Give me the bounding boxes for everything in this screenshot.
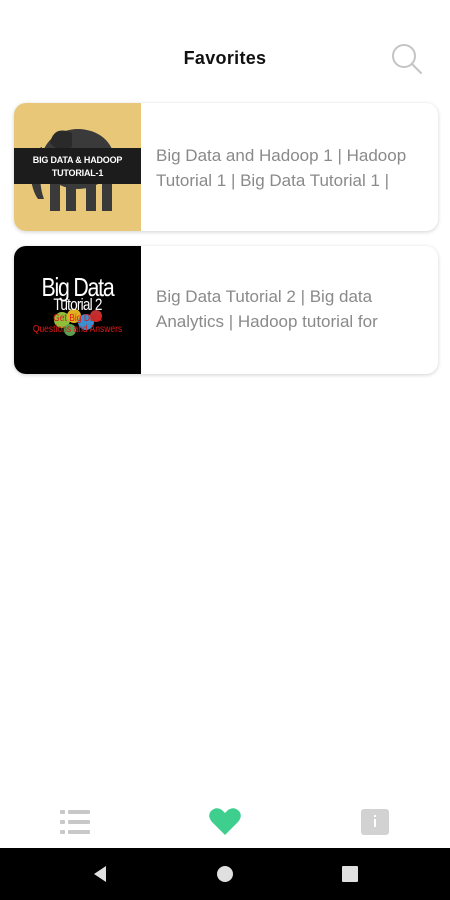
heart-icon bbox=[209, 808, 241, 835]
app-header: Favorites bbox=[0, 0, 450, 100]
home-button[interactable] bbox=[213, 862, 237, 886]
favorite-item[interactable]: BIG DATA & HADOOP TUTORIAL-1 Big Data an… bbox=[14, 103, 438, 231]
tab-info[interactable] bbox=[355, 804, 395, 840]
recents-button[interactable] bbox=[338, 862, 362, 886]
back-button[interactable] bbox=[88, 862, 112, 886]
video-title: Big Data Tutorial 2 | Big data Analytics… bbox=[156, 287, 378, 331]
thumbnail-text-line3: Get Big Data bbox=[53, 313, 102, 324]
info-icon bbox=[361, 809, 389, 835]
search-icon bbox=[392, 44, 422, 74]
thumbnail-text-line4: Questions and Answers bbox=[32, 324, 123, 335]
home-icon bbox=[217, 866, 233, 882]
thumbnail-band bbox=[14, 148, 141, 184]
recents-icon bbox=[342, 866, 358, 882]
system-navigation-bar bbox=[0, 848, 450, 900]
tab-favorites[interactable] bbox=[205, 804, 245, 840]
bottom-tab-bar bbox=[0, 796, 450, 848]
thumbnail-text-line2: TUTORIAL-1 bbox=[51, 168, 104, 178]
back-icon bbox=[94, 866, 106, 882]
list-icon bbox=[60, 810, 90, 834]
search-button[interactable] bbox=[390, 42, 424, 76]
tab-list[interactable] bbox=[56, 804, 96, 840]
thumbnail-text-line1: BIG DATA & HADOOP bbox=[32, 155, 123, 165]
video-thumbnail: BIG DATA & HADOOP TUTORIAL-1 bbox=[14, 103, 141, 231]
video-thumbnail: Big Data Tutorial 2 Get Big Data Questio… bbox=[14, 246, 141, 374]
favorite-item[interactable]: Big Data Tutorial 2 Get Big Data Questio… bbox=[14, 246, 438, 374]
page-title: Favorites bbox=[183, 48, 267, 68]
thumbnail-text-line2: Tutorial 2 bbox=[53, 295, 102, 314]
video-title: Big Data and Hadoop 1 | Hadoop Tutorial … bbox=[156, 146, 407, 190]
